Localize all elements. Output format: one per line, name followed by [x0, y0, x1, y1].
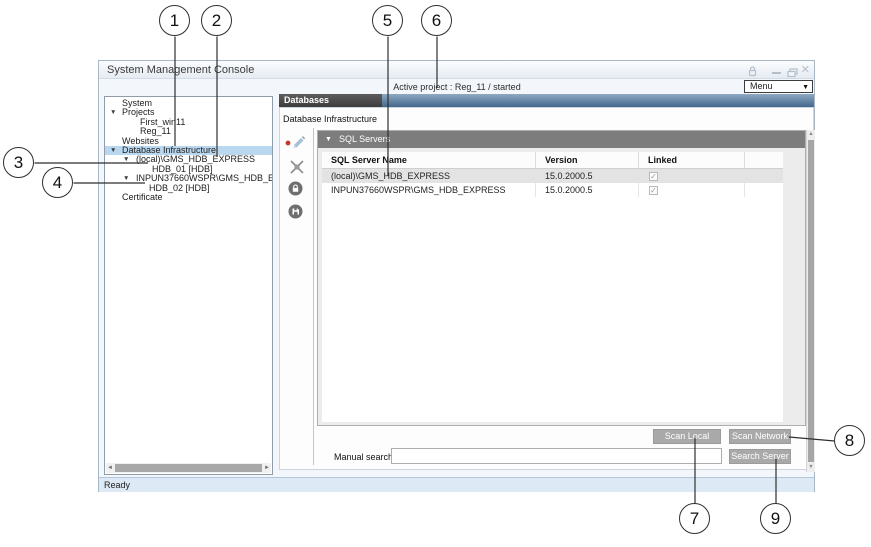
- system-management-console-window: System Management Console ✕ Active proje…: [98, 60, 815, 492]
- expander-icon[interactable]: ▼: [110, 147, 116, 155]
- tree-horizontal-scrollbar[interactable]: ◄ ►: [106, 463, 271, 473]
- callout-2-local-sql-server-node: 2: [201, 5, 232, 36]
- menu-dropdown[interactable]: Menu ▼: [744, 80, 813, 93]
- panel-vertical-scrollbar[interactable]: ▲ ▼: [806, 130, 815, 472]
- sql-servers-header[interactable]: ▼ SQL Servers: [318, 131, 805, 148]
- status-text: Ready: [104, 479, 130, 492]
- manual-search-label: Manual search:: [334, 452, 396, 462]
- tree-item-projects[interactable]: ▼Projects: [105, 108, 272, 117]
- search-server-button[interactable]: Search Server: [729, 449, 791, 464]
- callout-9-search-server-button: 9: [760, 503, 791, 534]
- scan-network-button[interactable]: Scan Network: [729, 429, 791, 444]
- sql-servers-section: ▼ SQL Servers SQL Server Name Version Li…: [317, 130, 806, 426]
- table-header-row: SQL Server Name Version Linked: [322, 152, 783, 169]
- lock-circle-icon[interactable]: [288, 181, 303, 201]
- callout-8-scan-network-button: 8: [834, 425, 865, 456]
- save-circle-icon[interactable]: [288, 204, 303, 224]
- callout-1-database-infrastructure-node: 1: [159, 5, 190, 36]
- close-icon[interactable]: ✕: [801, 63, 810, 77]
- tree-item-certificate[interactable]: Certificate: [105, 193, 272, 202]
- disconnect-pencil-icon[interactable]: [289, 159, 305, 180]
- scrollbar-thumb[interactable]: [115, 464, 262, 472]
- table-row[interactable]: (local)\GMS_HDB_EXPRESS 15.0.2000.5 ✓: [322, 169, 783, 183]
- callout-6-active-project: 6: [421, 5, 452, 36]
- chevron-down-icon: ▼: [802, 82, 809, 93]
- callout-4-hdb-02-node: 4: [42, 167, 73, 198]
- column-header-version[interactable]: Version: [536, 152, 639, 168]
- window-title: System Management Console: [107, 62, 254, 78]
- databases-panel: Databases Database Infrastructure: [279, 94, 814, 470]
- sql-servers-table: SQL Server Name Version Linked (local)\G…: [322, 152, 783, 422]
- callout-7-scan-local-button: 7: [679, 503, 710, 534]
- callout-3-hdb-01-node: 3: [3, 147, 34, 178]
- scroll-up-icon[interactable]: ▲: [807, 130, 815, 139]
- column-header-empty: [745, 152, 783, 168]
- navigation-tree-panel: System ▼Projects First_win11 Reg_11 Webs…: [104, 96, 273, 475]
- tab-databases[interactable]: Databases: [279, 94, 382, 107]
- menu-row: Active project : Reg_11 / started Menu ▼: [99, 79, 814, 94]
- tab-strip-background: [382, 94, 814, 107]
- screenshot-canvas: System Management Console ✕ Active proje…: [0, 0, 871, 547]
- scroll-down-icon[interactable]: ▼: [807, 463, 815, 472]
- scroll-left-icon[interactable]: ◄: [107, 464, 113, 472]
- breadcrumb: Database Infrastructure: [283, 114, 377, 124]
- linked-checkbox: ✓: [649, 186, 658, 195]
- column-header-name[interactable]: SQL Server Name: [322, 152, 536, 168]
- callout-5-sql-server-row: 5: [372, 5, 403, 36]
- databases-panel-content: Database Infrastructure: [279, 107, 814, 470]
- sql-servers-title: SQL Servers: [339, 133, 390, 146]
- scrollbar-thumb[interactable]: [808, 140, 814, 462]
- connect-pencil-icon[interactable]: [285, 134, 307, 154]
- manual-search-input[interactable]: [391, 448, 722, 464]
- expander-icon[interactable]: ▼: [123, 175, 129, 183]
- title-bar[interactable]: System Management Console ✕: [99, 61, 814, 79]
- collapse-icon[interactable]: ▼: [325, 135, 332, 144]
- minimize-icon[interactable]: [772, 72, 781, 74]
- table-row[interactable]: INPUN37660WSPR\GMS_HDB_EXPRESS 15.0.2000…: [322, 183, 783, 197]
- expander-icon[interactable]: ▼: [110, 109, 116, 117]
- scan-local-button[interactable]: Scan Local: [653, 429, 721, 444]
- status-bar: Ready: [99, 477, 814, 492]
- scroll-right-icon[interactable]: ►: [264, 464, 270, 472]
- active-project-status: Active project : Reg_11 / started: [337, 81, 577, 93]
- tree-item-first-win11[interactable]: First_win11: [105, 118, 272, 127]
- expander-icon[interactable]: ▼: [123, 156, 129, 164]
- linked-checkbox: ✓: [649, 172, 658, 181]
- column-header-linked[interactable]: Linked: [639, 152, 745, 168]
- toolbar-divider: [313, 128, 314, 465]
- menu-dropdown-label: Menu: [750, 81, 773, 92]
